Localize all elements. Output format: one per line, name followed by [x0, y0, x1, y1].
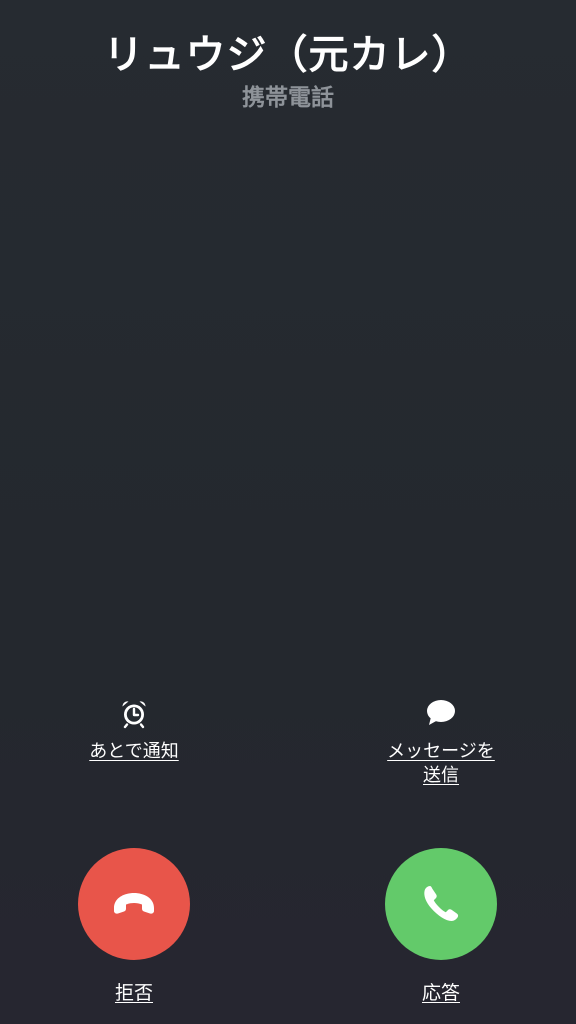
decline-label[interactable]: 拒否 — [78, 978, 190, 1005]
alarm-clock-icon — [122, 701, 146, 729]
decline-button[interactable] — [78, 848, 190, 960]
send-message-button[interactable]: メッセージを 送信 — [341, 696, 541, 788]
remind-later-button[interactable]: あとで通知 — [34, 696, 234, 764]
remind-later-label: あとで通知 — [89, 741, 179, 762]
caller-phone-type: 携帯電話 — [242, 85, 334, 111]
phone-hangup-icon — [114, 893, 154, 914]
send-message-label-line1: メッセージを — [387, 741, 495, 762]
incoming-call-screen: リュウジ（元カレ） 携帯電話 あとで通知 メッセージを 送信 拒否 応答 — [0, 0, 576, 1024]
speech-bubble-icon — [427, 700, 455, 725]
accept-button[interactable] — [385, 848, 497, 960]
caller-name: リュウジ（元カレ） — [103, 32, 473, 78]
accept-label[interactable]: 応答 — [385, 978, 497, 1005]
send-message-label-line2: 送信 — [423, 765, 459, 786]
phone-icon — [424, 886, 459, 921]
